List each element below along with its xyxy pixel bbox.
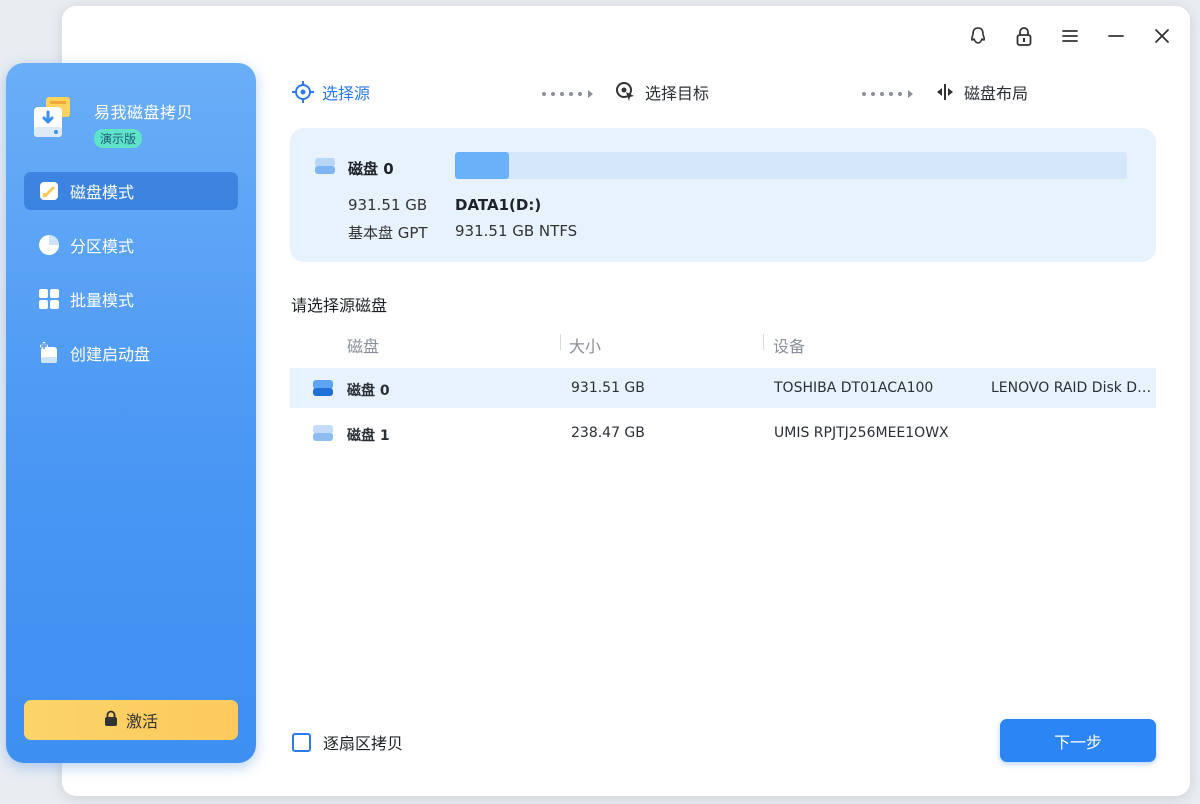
sidebar: 易我磁盘拷贝 演示版 磁盘模式 分区模式 批量模式 创建启动盘 激活 xyxy=(6,63,256,763)
activate-button[interactable]: 激活 xyxy=(24,700,238,740)
sector-copy-label: 逐扇区拷贝 xyxy=(323,734,404,753)
disk-icon xyxy=(312,424,334,446)
disk-table-header: 磁盘 大小 设备 xyxy=(290,330,1156,358)
target-icon xyxy=(615,81,637,103)
close-icon[interactable] xyxy=(1152,26,1172,46)
table-row-disk-0[interactable]: 磁盘 0 931.51 GB TOSHIBA DT01ACA100 LENOVO… xyxy=(290,368,1156,408)
disk-type: 基本盘 GPT xyxy=(348,224,428,242)
sidebar-item-label: 批量模式 xyxy=(70,291,135,310)
row-disk-size: 238.47 GB xyxy=(571,425,645,441)
sidebar-item-label: 创建启动盘 xyxy=(70,345,151,364)
next-button[interactable]: 下一步 xyxy=(1000,719,1156,762)
sidebar-item-label: 分区模式 xyxy=(70,237,135,256)
row-disk-device-model: LENOVO RAID Disk Device xyxy=(991,380,1156,396)
step-select-source[interactable]: 选择源 xyxy=(292,80,370,104)
disk-name: 磁盘 0 xyxy=(348,160,394,178)
row-disk-device: TOSHIBA DT01ACA100 xyxy=(774,380,934,396)
menu-icon[interactable] xyxy=(1060,26,1080,46)
crosshair-icon xyxy=(292,81,314,103)
minimize-icon[interactable] xyxy=(1106,26,1126,46)
step-separator xyxy=(862,90,913,98)
grid-icon xyxy=(38,288,60,310)
column-header-size: 大小 xyxy=(569,337,602,356)
column-divider[interactable] xyxy=(560,334,561,350)
step-separator xyxy=(542,90,593,98)
pie-chart-icon xyxy=(38,234,60,256)
step-disk-layout[interactable]: 磁盘布局 xyxy=(934,80,1028,104)
partition-bar[interactable] xyxy=(455,152,1127,179)
edition-badge: 演示版 xyxy=(94,129,143,148)
sidebar-item-disk-mode[interactable]: 磁盘模式 xyxy=(24,172,238,210)
sidebar-item-create-bootable[interactable]: 创建启动盘 xyxy=(24,334,238,372)
step-label: 选择源 xyxy=(322,84,371,103)
layout-icon xyxy=(934,81,956,103)
brand: 易我磁盘拷贝 演示版 xyxy=(30,95,193,148)
partition-bar-fill xyxy=(455,152,509,179)
app-logo-icon xyxy=(30,95,76,141)
column-divider[interactable] xyxy=(763,334,764,350)
sidebar-item-partition-mode[interactable]: 分区模式 xyxy=(24,226,238,264)
selected-disk-card: 磁盘 0 931.51 GB 基本盘 GPT DATA1(D:) 931.51 … xyxy=(290,128,1156,262)
sidebar-nav: 磁盘模式 分区模式 批量模式 创建启动盘 xyxy=(24,172,238,388)
app-name: 易我磁盘拷贝 xyxy=(94,103,194,122)
column-header-device: 设备 xyxy=(773,337,806,356)
sector-copy-checkbox[interactable] xyxy=(292,732,311,752)
sidebar-item-label: 磁盘模式 xyxy=(70,183,135,202)
sector-copy-option[interactable]: 逐扇区拷贝 xyxy=(292,730,403,754)
window-controls xyxy=(968,26,1172,46)
source-section-title: 请选择源磁盘 xyxy=(291,296,388,315)
step-label: 磁盘布局 xyxy=(964,84,1029,103)
row-disk-name: 磁盘 1 xyxy=(347,428,390,444)
feedback-icon[interactable] xyxy=(968,26,988,46)
sidebar-item-batch-mode[interactable]: 批量模式 xyxy=(24,280,238,318)
row-disk-name: 磁盘 0 xyxy=(347,383,390,399)
step-select-target[interactable]: 选择目标 xyxy=(615,80,709,104)
disk-icon xyxy=(312,379,334,401)
activate-label: 激活 xyxy=(125,712,158,731)
row-disk-device: UMIS RPJTJ256MEE1OWX xyxy=(774,425,949,441)
wizard-steps: 选择源 选择目标 磁盘布局 xyxy=(292,80,1152,106)
bootable-disk-icon xyxy=(38,342,60,364)
disk-mode-icon xyxy=(38,180,60,202)
disk-icon xyxy=(314,156,336,180)
partition-info: 931.51 GB NTFS xyxy=(455,222,578,240)
table-row-disk-1[interactable]: 磁盘 1 238.47 GB UMIS RPJTJ256MEE1OWX xyxy=(290,413,1156,453)
lock-icon xyxy=(104,710,118,730)
step-label: 选择目标 xyxy=(645,84,710,103)
disk-size: 931.51 GB xyxy=(348,196,428,214)
partition-name: DATA1(D:) xyxy=(455,196,542,214)
row-disk-size: 931.51 GB xyxy=(571,380,645,396)
column-header-disk: 磁盘 xyxy=(347,337,380,356)
lock-icon[interactable] xyxy=(1014,26,1034,46)
